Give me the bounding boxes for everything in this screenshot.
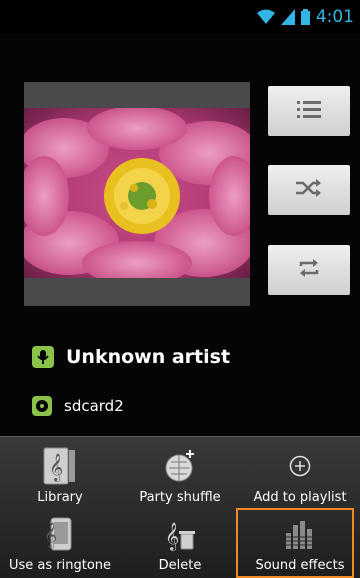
playlist-button[interactable] xyxy=(268,86,350,136)
artist-name: Unknown artist xyxy=(66,346,231,368)
add-to-playlist-icon xyxy=(280,446,320,486)
menu-item-use-as-ringtone[interactable]: 𝄞 Use as ringtone xyxy=(0,510,120,574)
menu-item-sound-effects[interactable]: Sound effects xyxy=(240,510,360,574)
svg-text:𝄞: 𝄞 xyxy=(49,453,63,482)
menu-label: Add to playlist xyxy=(253,490,347,505)
repeat-button[interactable] xyxy=(268,245,350,295)
equalizer-icon xyxy=(280,514,320,554)
album-row[interactable]: sdcard2 xyxy=(32,396,124,416)
wifi-icon xyxy=(256,9,275,25)
battery-icon xyxy=(300,9,310,25)
album-name: sdcard2 xyxy=(64,397,124,415)
signal-icon xyxy=(280,9,295,25)
library-icon: 𝄞 xyxy=(40,446,80,486)
menu-label: Library xyxy=(37,490,83,505)
album-art[interactable] xyxy=(24,82,250,306)
playlist-icon xyxy=(297,99,321,123)
menu-divider xyxy=(0,436,360,437)
shuffle-icon xyxy=(296,178,322,202)
menu-label: Party shuffle xyxy=(139,490,221,505)
album-icon xyxy=(32,396,52,416)
svg-text:𝄞: 𝄞 xyxy=(165,522,179,551)
status-bar: 4:01 xyxy=(0,0,360,34)
menu-item-add-to-playlist[interactable]: Add to playlist xyxy=(240,442,360,506)
menu-item-party-shuffle[interactable]: Party shuffle xyxy=(120,442,240,506)
svg-text:𝄞: 𝄞 xyxy=(44,522,57,548)
artist-row[interactable]: Unknown artist xyxy=(32,346,230,368)
menu-label: Use as ringtone xyxy=(8,558,112,573)
party-shuffle-icon xyxy=(160,446,200,486)
menu-item-library[interactable]: 𝄞 Library xyxy=(0,442,120,506)
ringtone-icon: 𝄞 xyxy=(40,514,80,554)
repeat-icon xyxy=(298,257,320,283)
delete-icon: 𝄞 xyxy=(160,514,200,554)
menu-label: Sound effects xyxy=(255,558,345,573)
status-time: 4:01 xyxy=(315,7,354,27)
menu-label: Delete xyxy=(158,558,202,573)
shuffle-button[interactable] xyxy=(268,165,350,215)
album-art-image xyxy=(24,108,250,278)
menu-item-delete[interactable]: 𝄞 Delete xyxy=(120,510,240,574)
microphone-icon xyxy=(32,346,54,368)
